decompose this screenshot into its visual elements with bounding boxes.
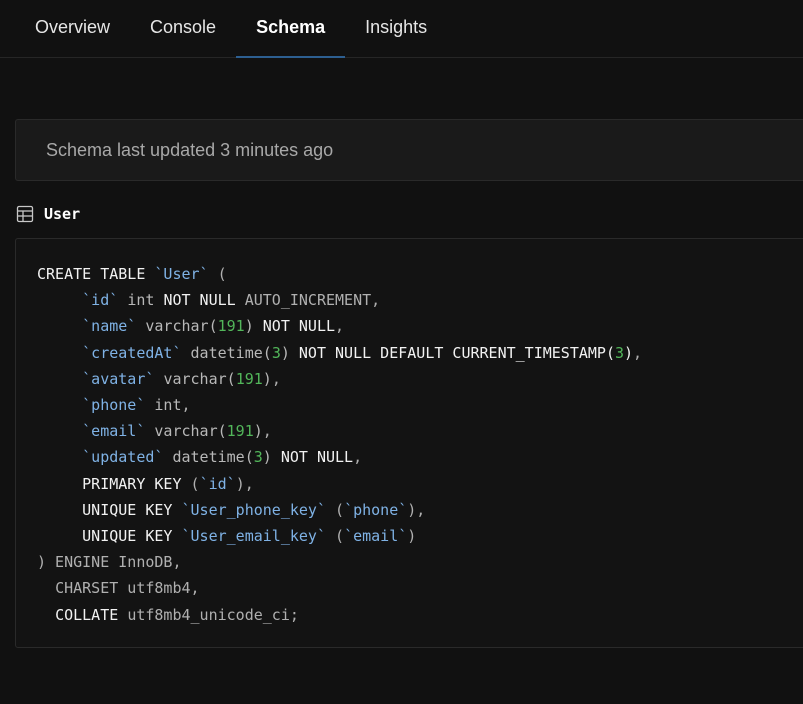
tab-insights[interactable]: Insights [345,0,447,57]
ddl-column-type: datetime( [190,343,272,362]
table-header[interactable]: User [16,204,80,224]
table-name: User [44,205,81,223]
ddl-type-arg: 3 [253,448,263,467]
ddl-column-type: varchar( [154,422,227,441]
ddl-charset: CHARSET utf8mb4, [55,579,200,598]
ddl-open-paren: ( [335,527,345,546]
ddl-collate-value: utf8mb4_unicode_ci; [127,605,299,624]
ddl-open-paren: ( [190,474,200,493]
ddl-column-constraint: NOT NULL [280,448,354,467]
ddl-column-type: varchar( [163,369,236,388]
ddl-column-name: `updated` [82,448,164,467]
ddl-engine: ) ENGINE InnoDB, [37,553,182,572]
tab-bar: Overview Console Schema Insights [0,0,803,58]
ddl-type-arg: 191 [217,317,245,336]
ddl-key-name: `User_email_key` [181,527,327,546]
ddl-type-close: ) [244,317,254,336]
ddl-type-close: ) [253,422,263,441]
ddl-collate-keyword: COLLATE [55,605,119,624]
ddl-type-arg: 191 [235,369,263,388]
ddl-column-constraint: AUTO_INCREMENT [244,291,372,310]
schema-code-block: CREATE TABLE `User` ( `id` int NOT NULL … [15,238,803,648]
ddl-type-close: ) [280,343,290,362]
ddl-type-close: ) [262,369,272,388]
ddl-key-column: `email` [344,527,408,546]
tab-overview[interactable]: Overview [15,0,130,57]
ddl-default-arg: 3 [614,343,625,362]
ddl-comma: , [271,369,281,388]
schema-updated-text: Schema last updated 3 minutes ago [46,139,334,160]
ddl-comma: , [262,422,272,441]
schema-ddl: CREATE TABLE `User` ( `id` int NOT NULL … [37,261,642,628]
ddl-type-arg: 191 [226,422,254,441]
ddl-key-column: `phone` [344,500,408,519]
ddl-comma: , [371,291,381,310]
schema-updated-banner: Schema last updated 3 minutes ago [15,119,803,181]
ddl-column-constraint: NOT NULL DEFAULT CURRENT_TIMESTAMP( [298,343,615,362]
ddl-table-name: `User` [154,265,209,283]
ddl-column-name: `phone` [82,396,146,415]
ddl-column-name: `avatar` [82,369,155,388]
ddl-default-close: ) [624,343,634,362]
ddl-column-name: `name` [82,317,137,336]
ddl-column-name: `email` [82,422,146,441]
ddl-primary-key-keyword: PRIMARY KEY [82,474,182,493]
ddl-comma: , [353,448,363,467]
ddl-key-name: `User_phone_key` [181,500,327,519]
ddl-column-constraint: NOT NULL [262,317,336,336]
ddl-column-type: int [154,396,182,415]
ddl-close-paren: ) [407,527,417,546]
ddl-open-paren: ( [335,500,345,519]
ddl-comma: , [633,343,643,362]
ddl-column-name: `createdAt` [82,343,182,362]
ddl-comma: , [335,317,345,336]
tab-console[interactable]: Console [130,0,236,57]
ddl-unique-key-keyword: UNIQUE KEY [82,527,173,546]
ddl-close-paren: ), [235,474,254,493]
tab-schema[interactable]: Schema [236,0,346,58]
ddl-comma: , [181,396,191,415]
ddl-column-type: datetime( [172,448,254,467]
ddl-column-name: `id` [82,291,119,310]
ddl-create-keyword: CREATE TABLE [37,265,146,283]
ddl-column-type: int [127,291,155,310]
ddl-type-close: ) [262,448,272,467]
ddl-key-column: `id` [199,474,236,493]
ddl-column-type: varchar( [145,317,218,336]
ddl-type-arg: 3 [271,343,281,362]
table-icon [16,205,34,223]
ddl-open-paren: ( [217,265,227,283]
ddl-unique-key-keyword: UNIQUE KEY [82,500,173,519]
ddl-column-constraint: NOT NULL [163,291,236,310]
ddl-close-paren: ), [407,500,426,519]
